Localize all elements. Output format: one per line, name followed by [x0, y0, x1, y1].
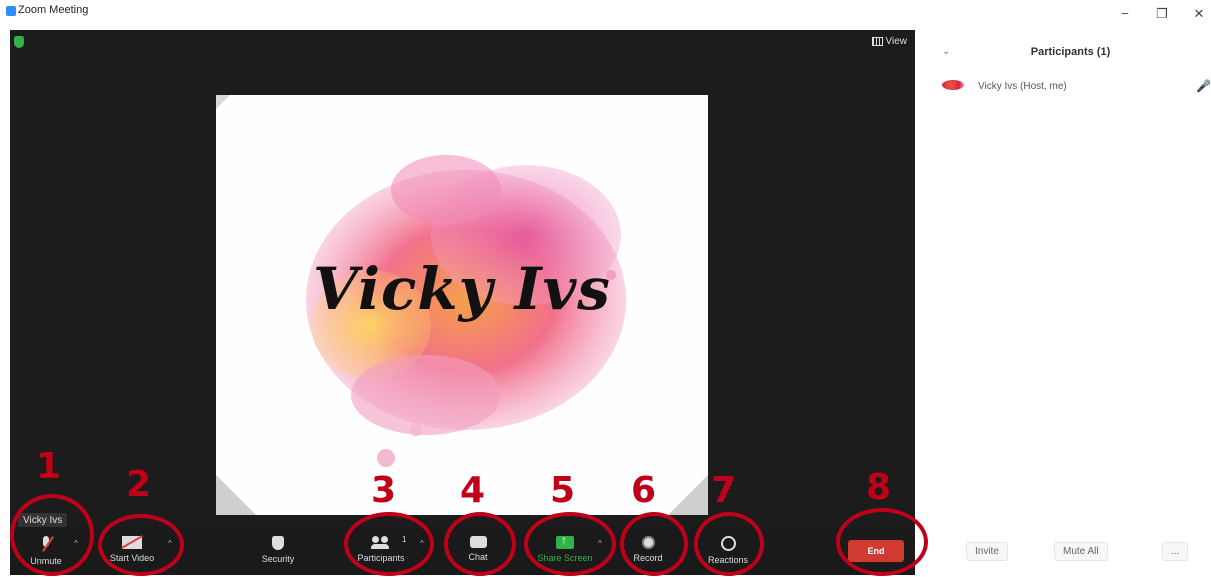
participants-panel: ⌄ Participants (1) Vicky Ivs (Host, me) …: [930, 30, 1211, 577]
security-label: Security: [261, 554, 295, 564]
annotation-ring-3: [344, 512, 434, 576]
restore-button[interactable]: ❐: [1152, 6, 1172, 22]
participant-row[interactable]: Vicky Ivs (Host, me) 🎤: [942, 78, 1211, 98]
invite-button[interactable]: Invite: [966, 542, 1008, 561]
window-title: Zoom Meeting: [18, 4, 89, 16]
security-button[interactable]: Security: [250, 527, 306, 575]
shared-content-text: Vicky Ivs: [313, 255, 611, 323]
zoom-app-icon: [6, 6, 16, 16]
annotation-number-5: 5: [550, 470, 576, 511]
more-options-button[interactable]: ...: [1162, 542, 1189, 561]
muted-mic-icon: 🎤: [1196, 79, 1211, 93]
annotation-number-6: 6: [631, 470, 657, 511]
minimize-button[interactable]: −: [1115, 6, 1135, 21]
annotation-ring-6: [620, 512, 688, 576]
view-button[interactable]: View: [871, 36, 908, 47]
participant-avatar: [942, 80, 964, 90]
annotation-number-8: 8: [866, 467, 892, 508]
shield-icon: [272, 536, 284, 550]
view-label: View: [885, 36, 908, 47]
annotation-ring-2: [98, 514, 184, 576]
annotation-ring-1: [10, 494, 94, 576]
shared-content: Vicky Ivs: [216, 95, 708, 515]
annotation-number-1: 1: [36, 446, 62, 487]
encryption-shield-icon[interactable]: [14, 36, 24, 48]
annotation-number-4: 4: [460, 470, 486, 511]
annotation-ring-8: [836, 508, 928, 576]
participants-panel-title: Participants (1): [1030, 46, 1111, 58]
annotation-number-3: 3: [371, 470, 397, 511]
title-bar: Zoom Meeting − ❐ ✕: [0, 0, 1211, 30]
participant-name: Vicky Ivs (Host, me): [978, 81, 1067, 92]
annotation-number-2: 2: [126, 464, 152, 505]
annotation-ring-7: [694, 512, 764, 576]
annotation-number-7: 7: [711, 470, 737, 511]
mute-all-button[interactable]: Mute All: [1054, 542, 1108, 561]
annotation-ring-4: [444, 512, 516, 576]
grid-icon: [871, 36, 883, 46]
annotation-ring-5: [524, 512, 616, 576]
close-button[interactable]: ✕: [1189, 6, 1209, 22]
